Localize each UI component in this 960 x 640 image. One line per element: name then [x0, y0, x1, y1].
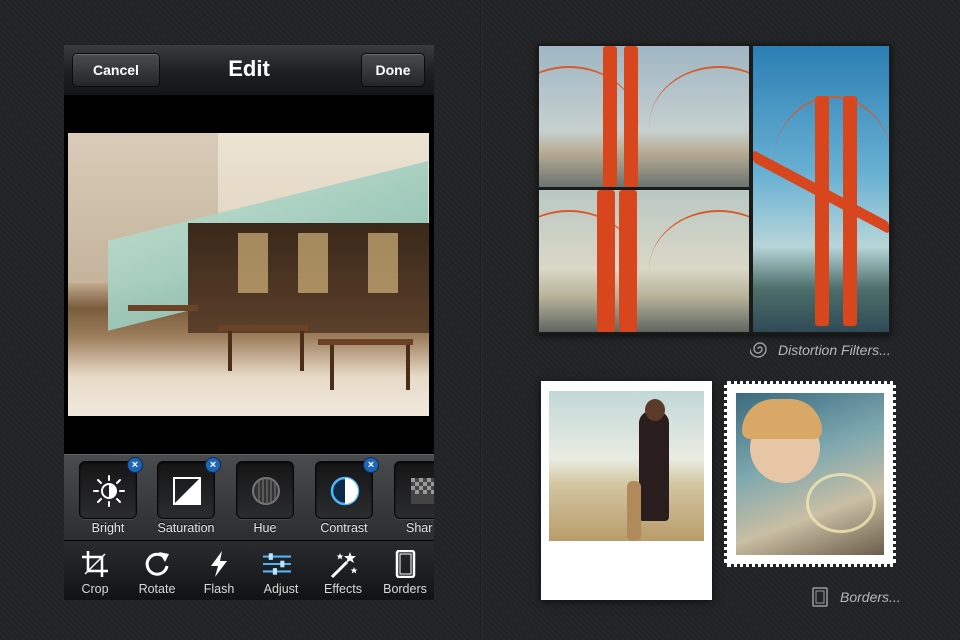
- distortion-caption-row: Distortion Filters...: [749, 339, 891, 359]
- frame-icon: [812, 587, 828, 607]
- done-button[interactable]: Done: [361, 53, 425, 87]
- hue-icon: [252, 477, 280, 505]
- sun-icon: [93, 475, 125, 507]
- stamp-photo: [736, 393, 884, 555]
- distortion-caption: Distortion Filters...: [778, 342, 891, 358]
- rotate-icon: [145, 552, 169, 576]
- tool-sharpen-label: Shar: [406, 521, 433, 535]
- distortion-collage: [537, 44, 891, 334]
- crop-icon: [82, 551, 108, 577]
- page-title: Edit: [228, 56, 270, 81]
- tool-hue[interactable]: [236, 461, 294, 519]
- swirl-icon: [749, 342, 767, 358]
- polaroid-photo: [549, 391, 704, 541]
- stamp-border-sample: [724, 381, 896, 567]
- remove-bright-badge[interactable]: ×: [127, 457, 143, 473]
- bridge-photo-distorted-1: [539, 46, 749, 187]
- tool-bright-label: Bright: [91, 521, 125, 535]
- borders-caption: Borders...: [840, 589, 901, 605]
- borders-icon: [395, 550, 416, 578]
- edited-photo: [68, 133, 429, 416]
- tab-borders[interactable]: Borders: [374, 541, 434, 600]
- tab-borders-label: Borders: [383, 582, 427, 596]
- borders-caption-row: Borders...: [812, 587, 901, 607]
- cancel-button[interactable]: Cancel: [72, 53, 160, 87]
- bridge-photo-distorted-3: [753, 46, 889, 332]
- navigation-bar: Cancel Edit Done: [64, 45, 434, 96]
- sharpen-icon: [411, 478, 434, 504]
- tool-contrast-label: Contrast: [320, 521, 368, 535]
- edit-canvas: [64, 96, 434, 478]
- adjust-sliders-icon: [263, 553, 291, 575]
- tool-saturation-label: Saturation: [157, 521, 215, 535]
- polaroid-border-sample: [541, 381, 712, 600]
- magic-wand-icon: [330, 552, 358, 579]
- saturation-icon: [173, 477, 201, 505]
- contrast-icon: [330, 476, 360, 506]
- tool-sharpen[interactable]: [394, 461, 434, 519]
- flash-icon: [211, 551, 227, 577]
- phone-screen: Cancel Edit Done × Bright × Saturation H…: [64, 45, 434, 600]
- remove-contrast-badge[interactable]: ×: [363, 457, 379, 473]
- screen-divider: [480, 0, 482, 640]
- tool-tab-bar: Crop Rotate Flash Adjust Effects Borders: [64, 540, 434, 600]
- adjust-tools-bar: × Bright × Saturation Hue × Contrast Sha…: [64, 454, 434, 540]
- tool-hue-label: Hue: [253, 521, 277, 535]
- remove-saturation-badge[interactable]: ×: [205, 457, 221, 473]
- bridge-photo-distorted-2: [539, 190, 749, 332]
